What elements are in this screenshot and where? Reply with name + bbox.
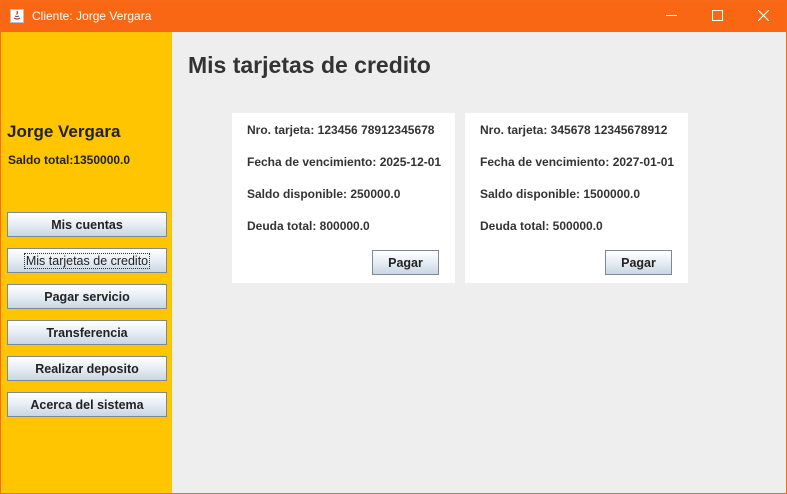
button-label: Mis tarjetas de credito — [23, 252, 151, 269]
maximize-button[interactable] — [694, 1, 740, 32]
transfer-button[interactable]: Transferencia — [7, 320, 167, 345]
make-deposit-button[interactable]: Realizar deposito — [7, 356, 167, 381]
card-number: Nro. tarjeta: 123456 78912345678 — [247, 123, 435, 137]
card-expiry-date: Fecha de vencimiento: 2027-01-01 — [480, 155, 675, 169]
maximize-icon — [711, 8, 723, 26]
my-credit-cards-button[interactable]: Mis tarjetas de credito — [7, 248, 167, 273]
card-total-debt: Deuda total: 800000.0 — [247, 219, 370, 233]
title-bar[interactable]: Cliente: Jorge Vergara — [1, 1, 786, 32]
about-system-button[interactable]: Acerca del sistema — [7, 392, 167, 417]
user-name: Jorge Vergara — [7, 122, 121, 141]
card-number: Nro. tarjeta: 345678 12345678912 — [480, 123, 668, 137]
minimize-icon — [665, 8, 677, 26]
button-label: Acerca del sistema — [30, 397, 144, 412]
button-label: Pagar servicio — [44, 289, 130, 304]
card-total-debt: Deuda total: 500000.0 — [480, 219, 603, 233]
java-app-icon — [10, 9, 24, 23]
button-label: Transferencia — [46, 325, 128, 340]
app-window: Cliente: Jorge Vergara Jorge Vergara Sal… — [0, 0, 787, 494]
pay-button[interactable]: Pagar — [605, 250, 672, 275]
button-label: Pagar — [388, 255, 423, 270]
close-icon — [757, 8, 769, 26]
total-balance: Saldo total:1350000.0 — [8, 153, 131, 167]
button-label: Mis cuentas — [51, 217, 123, 232]
sidebar: Jorge Vergara Saldo total:1350000.0 Mis … — [1, 32, 172, 493]
button-label: Realizar deposito — [35, 361, 139, 376]
my-accounts-button[interactable]: Mis cuentas — [7, 212, 167, 237]
card-available-balance: Saldo disponible: 1500000.0 — [480, 187, 641, 201]
pay-button[interactable]: Pagar — [372, 250, 439, 275]
credit-card-panel: Nro. tarjeta: 123456 78912345678 Fecha d… — [232, 113, 455, 283]
button-label: Pagar — [621, 255, 656, 270]
minimize-button[interactable] — [648, 1, 694, 32]
card-expiry-date: Fecha de vencimiento: 2025-12-01 — [247, 155, 442, 169]
card-available-balance: Saldo disponible: 250000.0 — [247, 187, 401, 201]
close-button[interactable] — [740, 1, 786, 32]
credit-card-panel: Nro. tarjeta: 345678 12345678912 Fecha d… — [465, 113, 688, 283]
pay-service-button[interactable]: Pagar servicio — [7, 284, 167, 309]
main-content: Mis tarjetas de credito Nro. tarjeta: 12… — [172, 32, 786, 493]
window-title: Cliente: Jorge Vergara — [32, 9, 152, 23]
page-title: Mis tarjetas de credito — [188, 52, 431, 78]
